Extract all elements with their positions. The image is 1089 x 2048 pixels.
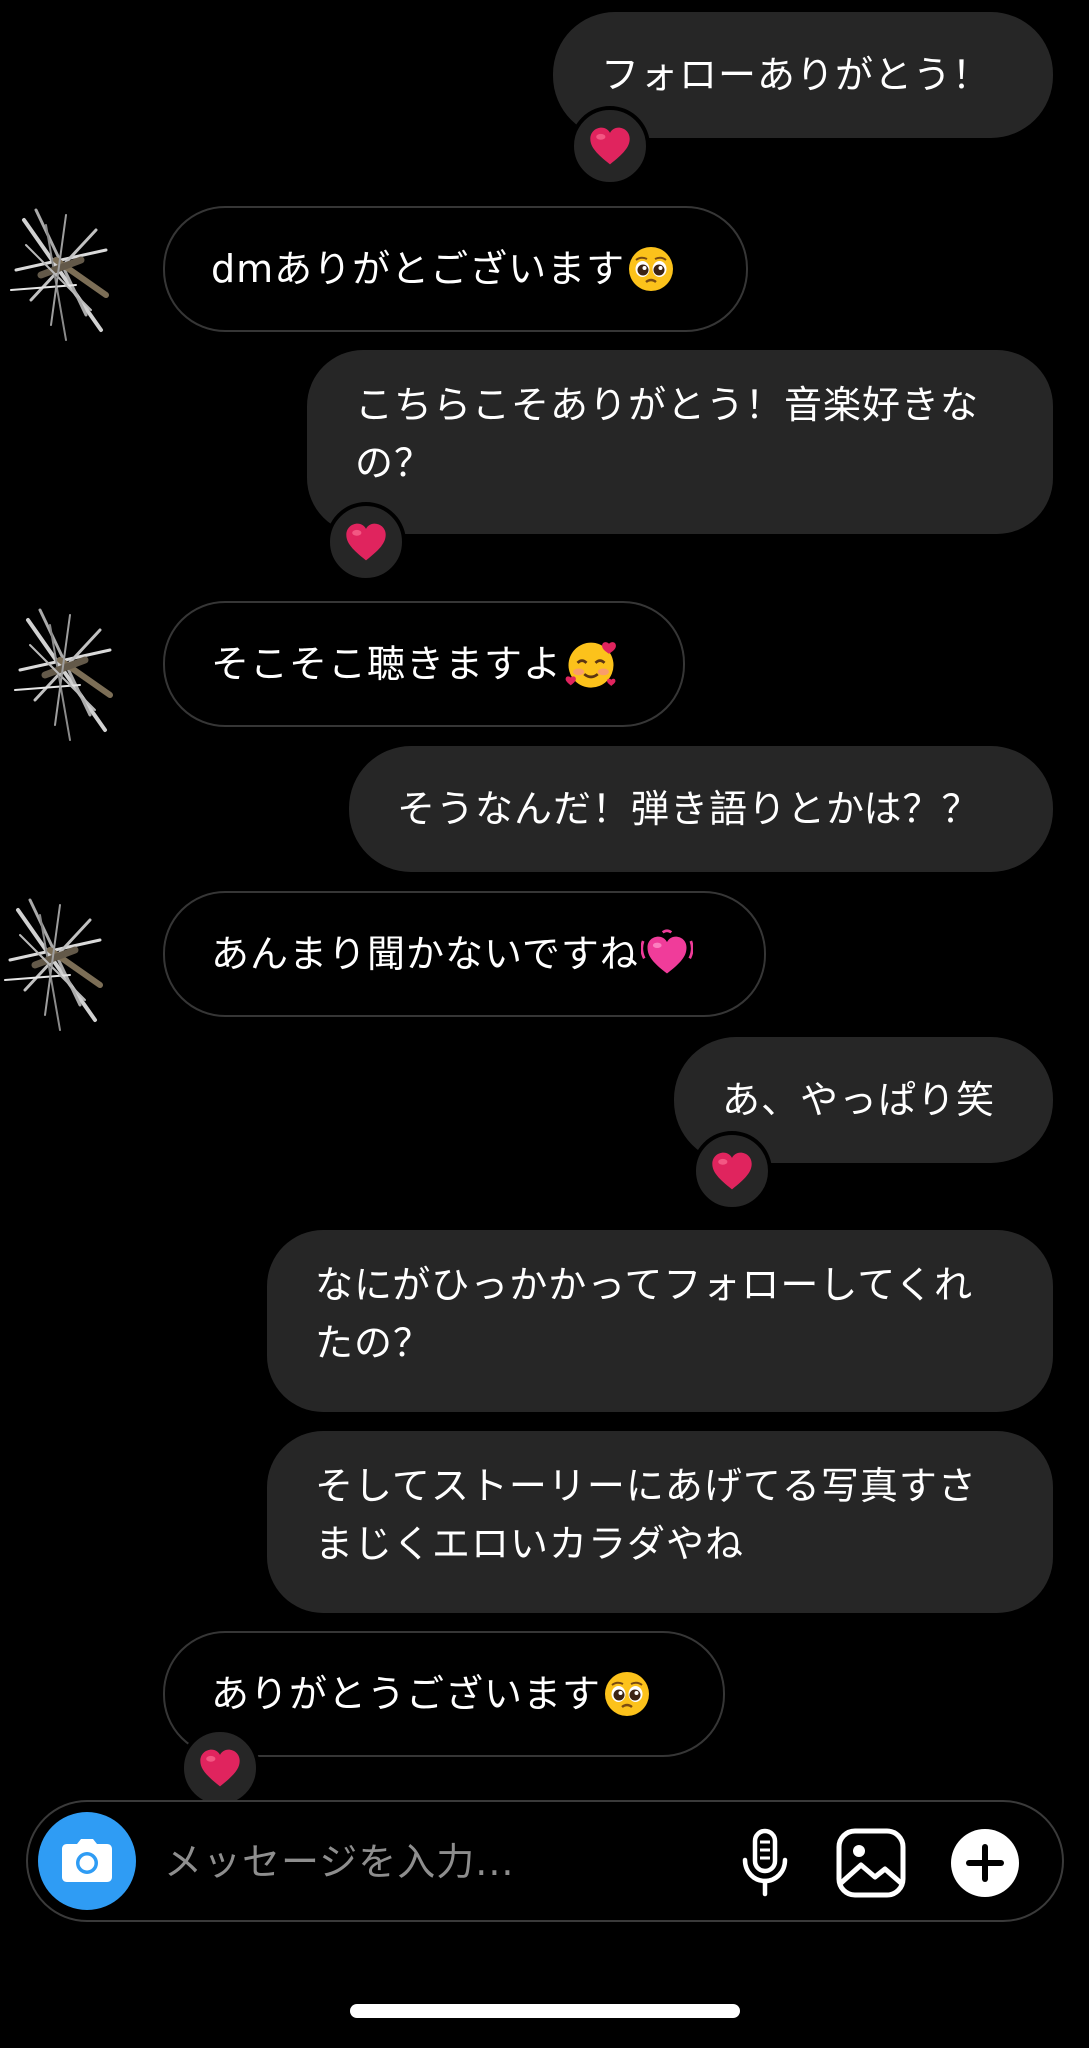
- message-bubble-incoming[interactable]: そこそこ聴きますよ: [163, 601, 685, 727]
- camera-icon: [62, 1839, 112, 1882]
- message-bubble-outgoing[interactable]: こちらこそありがとう！音楽好きな の？: [307, 350, 1053, 534]
- camera-button[interactable]: [38, 1812, 136, 1910]
- beating-heart-icon: [641, 928, 693, 980]
- message-input[interactable]: [162, 1830, 726, 1894]
- gallery-icon: [836, 1828, 906, 1898]
- message-bubble-outgoing[interactable]: なにがひっかかってフォローしてくれ たの？: [267, 1230, 1053, 1412]
- message-text: あ、やっぱり笑: [722, 1078, 996, 1122]
- microphone-icon: [742, 1828, 788, 1897]
- message-text-line: そしてストーリーにあげてる写真すさ: [315, 1464, 977, 1508]
- heart-icon: [345, 522, 387, 562]
- message-text: dmありがとございます: [211, 247, 626, 291]
- plus-icon: [951, 1829, 1019, 1897]
- heart-icon: [711, 1151, 753, 1191]
- message-bubble-incoming[interactable]: dmありがとございます: [163, 206, 748, 332]
- message-text: そうなんだ！弾き語りとかは？？: [397, 787, 981, 831]
- home-indicator[interactable]: [350, 2004, 740, 2018]
- reaction-badge[interactable]: [692, 1131, 772, 1211]
- message-text-line: こちらこそありがとう！音楽好きな: [355, 383, 980, 427]
- message-composer: [26, 1800, 1064, 1922]
- reaction-badge[interactable]: [326, 502, 406, 582]
- message-bubble-outgoing[interactable]: そうなんだ！弾き語りとかは？？: [349, 746, 1053, 872]
- gallery-button[interactable]: [832, 1824, 910, 1902]
- message-bubble-incoming[interactable]: あんまり聞かないですね: [163, 891, 766, 1017]
- reaction-badge[interactable]: [180, 1728, 260, 1808]
- heart-icon: [199, 1748, 241, 1788]
- message-text: そこそこ聴きますよ: [211, 642, 563, 686]
- more-options-button[interactable]: [946, 1824, 1024, 1902]
- message-text-line: まじくエロいカラダやね: [315, 1522, 745, 1566]
- sender-avatar[interactable]: [10, 590, 130, 750]
- message-text: フォローありがとう！: [601, 53, 992, 97]
- pleading-face-icon: [627, 245, 675, 293]
- message-text-line: たの？: [315, 1321, 433, 1365]
- reaction-badge[interactable]: [570, 106, 650, 186]
- message-bubble-outgoing[interactable]: そしてストーリーにあげてる写真すさ まじくエロいカラダやね: [267, 1431, 1053, 1613]
- heart-icon: [589, 126, 631, 166]
- smiling-face-with-hearts-icon: [564, 637, 618, 691]
- message-text-line: の？: [355, 441, 434, 485]
- message-text-line: なにがひっかかってフォローしてくれ: [315, 1263, 974, 1307]
- message-text: あんまり聞かないですね: [211, 932, 639, 976]
- sender-avatar[interactable]: [0, 880, 120, 1040]
- message-text: ありがとうございます: [211, 1672, 602, 1716]
- voice-message-button[interactable]: [726, 1824, 804, 1902]
- sender-avatar[interactable]: [6, 190, 126, 350]
- pleading-face-icon: [603, 1670, 651, 1718]
